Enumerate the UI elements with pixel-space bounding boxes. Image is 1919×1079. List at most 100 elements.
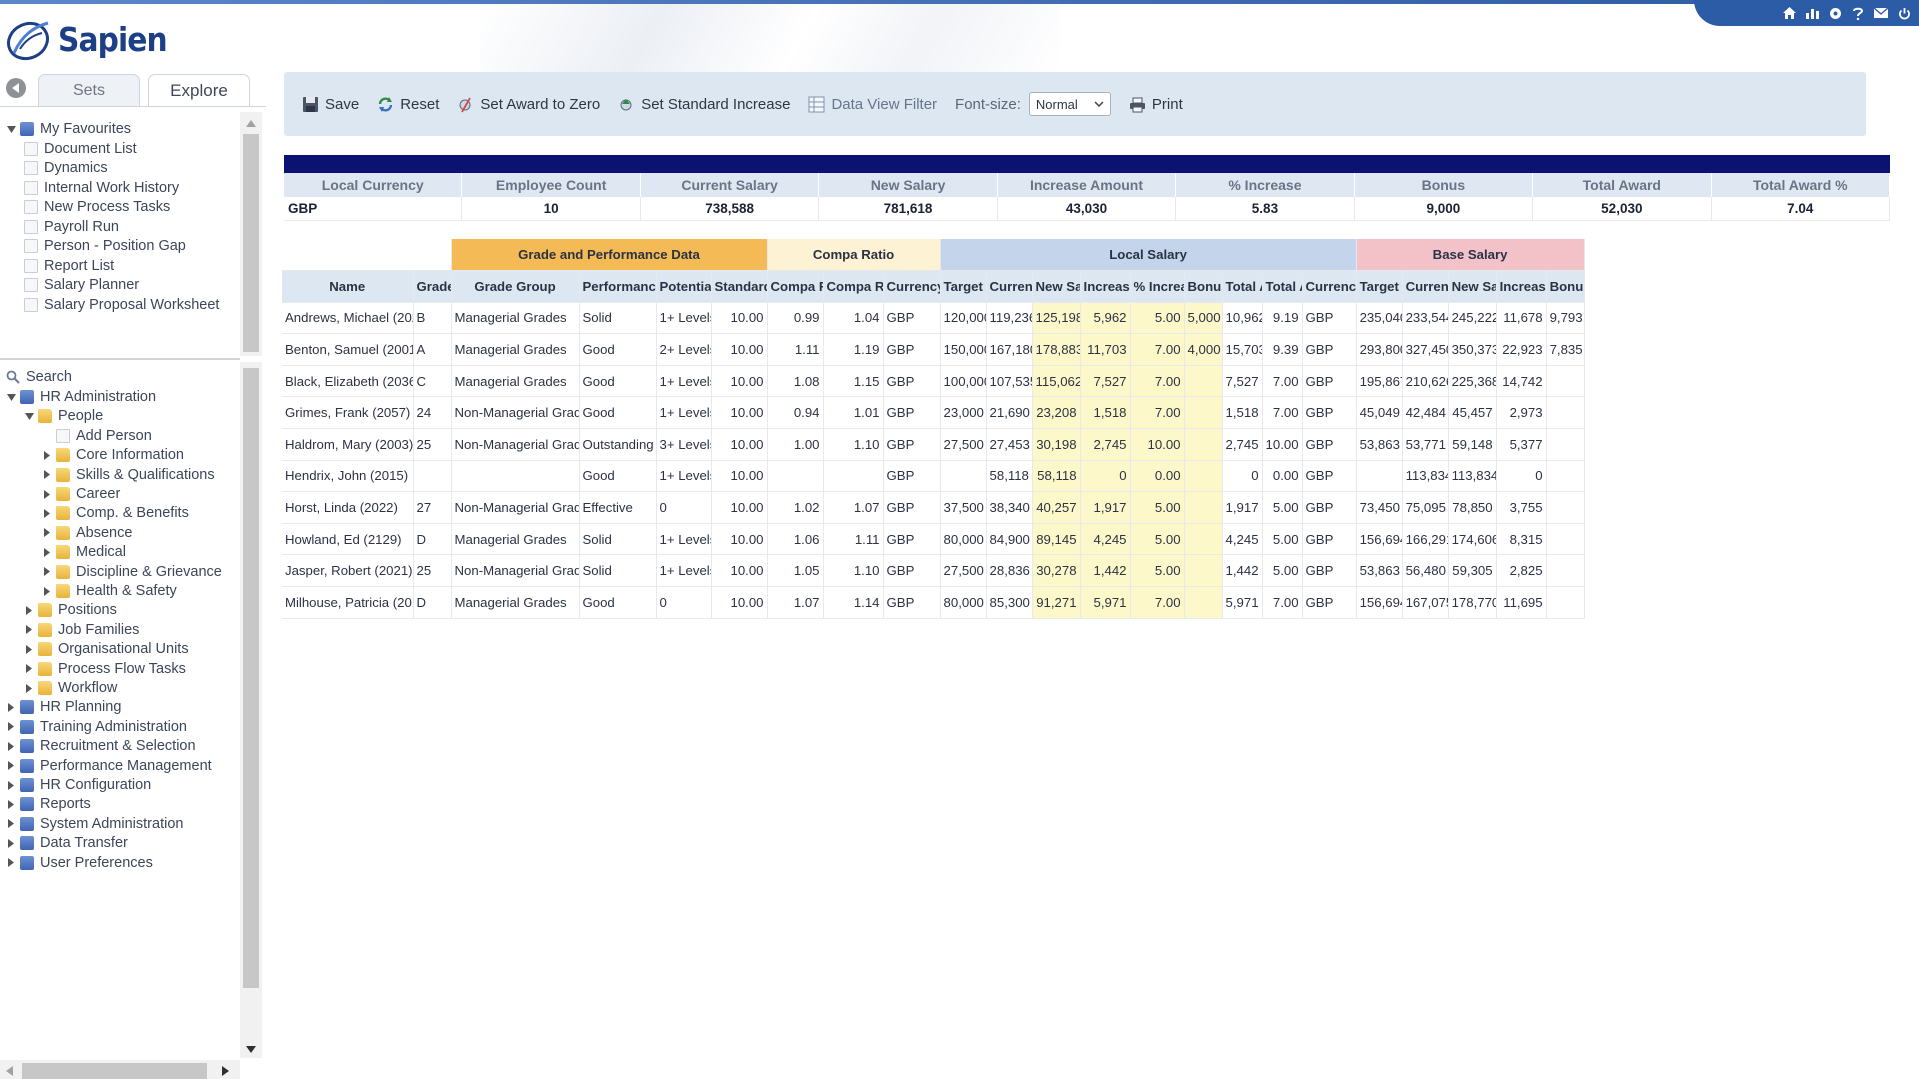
editable-cell[interactable]: 178,883 <box>1032 333 1081 366</box>
editable-cell[interactable]: 1,917 <box>1080 491 1131 524</box>
expand-toggle-icon[interactable] <box>6 838 16 848</box>
editable-cell[interactable]: 5,962 <box>1080 302 1131 335</box>
scroll-left-icon[interactable] <box>6 1066 13 1076</box>
expand-toggle-icon[interactable] <box>42 547 52 557</box>
expand-toggle-icon[interactable] <box>6 702 16 712</box>
column-header[interactable]: New Salary <box>1448 270 1497 303</box>
column-header[interactable]: Performance Rating <box>579 270 657 303</box>
scrollbar-thumb[interactable] <box>243 368 259 988</box>
editable-cell[interactable] <box>1184 554 1223 588</box>
favourites-scrollbar[interactable] <box>240 112 262 356</box>
editable-cell[interactable]: 0 <box>1080 460 1131 493</box>
favourite-item[interactable]: Salary Proposal Worksheet <box>24 294 219 316</box>
editable-cell[interactable]: 115,062 <box>1032 365 1081 398</box>
table-row[interactable]: Howland, Ed (2129) D Managerial Grades Soli… <box>282 523 1585 556</box>
editable-cell[interactable]: 1,518 <box>1080 396 1131 430</box>
column-header[interactable]: Increase <box>1496 270 1547 303</box>
column-header[interactable]: Standard Increase % <box>711 270 768 303</box>
scrollbar-thumb[interactable] <box>243 134 259 352</box>
editable-cell[interactable] <box>1184 586 1223 619</box>
editable-cell[interactable]: 5.00 <box>1130 491 1185 524</box>
tab-explore[interactable]: Explore <box>148 74 250 106</box>
expand-toggle-icon[interactable] <box>24 644 34 654</box>
expand-toggle-icon[interactable] <box>42 431 52 441</box>
editable-cell[interactable]: 7.00 <box>1130 365 1185 398</box>
editable-cell[interactable]: 5.00 <box>1130 523 1185 556</box>
column-header[interactable]: Current Salary <box>986 270 1033 303</box>
editable-cell[interactable]: 7.00 <box>1130 333 1185 366</box>
column-header[interactable]: Target Salary <box>1356 270 1403 303</box>
tree-item[interactable]: User Preferences <box>6 852 153 874</box>
app-logo[interactable]: Sapien <box>4 14 179 64</box>
expand-toggle-icon[interactable] <box>6 124 16 134</box>
table-row[interactable]: Milhouse, Patricia (2010)DManagerial Gra… <box>282 586 1585 619</box>
column-header[interactable]: Currency <box>1302 270 1357 303</box>
expand-toggle-icon[interactable] <box>24 664 34 674</box>
table-row[interactable]: Hendrix, John (2015) Good 1+ Levels 10.00 GB… <box>282 460 1585 493</box>
column-header[interactable]: Grade Group <box>451 270 580 303</box>
home-icon[interactable] <box>1782 6 1796 20</box>
set-standard-increase-button[interactable]: Set Standard Increase <box>618 89 790 119</box>
column-header[interactable]: Compa Ratio (Current) <box>767 270 824 303</box>
set-award-to-zero-button[interactable]: Set Award to Zero <box>457 89 600 119</box>
column-header[interactable]: Compa Ratio (Proposal) <box>823 270 884 303</box>
expand-toggle-icon[interactable] <box>42 586 52 596</box>
expand-toggle-icon[interactable] <box>24 625 34 635</box>
power-icon[interactable] <box>1897 6 1911 20</box>
editable-cell[interactable]: 0.00 <box>1130 460 1185 493</box>
mail-icon[interactable] <box>1874 6 1888 20</box>
column-header[interactable]: Increase <box>1080 270 1131 303</box>
expand-toggle-icon[interactable] <box>6 722 16 732</box>
editable-cell[interactable]: 5,000 <box>1184 302 1223 335</box>
expand-toggle-icon[interactable] <box>42 528 52 538</box>
column-header[interactable]: Name <box>282 270 414 303</box>
editable-cell[interactable]: 1,442 <box>1080 554 1131 588</box>
expand-toggle-icon[interactable] <box>42 508 52 518</box>
expand-toggle-icon[interactable] <box>42 489 52 499</box>
column-header[interactable]: Total Award % <box>1262 270 1303 303</box>
column-header[interactable]: New Salary <box>1032 270 1081 303</box>
chart-icon[interactable] <box>1805 6 1819 20</box>
editable-cell[interactable] <box>1184 396 1223 430</box>
editable-cell[interactable]: 4,000 <box>1184 333 1223 366</box>
editable-cell[interactable]: 23,208 <box>1032 396 1081 430</box>
editable-cell[interactable]: 40,257 <box>1032 491 1081 524</box>
scroll-up-icon[interactable] <box>246 120 256 127</box>
table-row[interactable]: Benton, Samuel (2001) A Managerial Grades G… <box>282 333 1585 366</box>
tree-scrollbar[interactable] <box>240 362 262 1058</box>
editable-cell[interactable]: 30,198 <box>1032 428 1081 461</box>
expand-toggle-icon[interactable] <box>6 780 16 790</box>
editable-cell[interactable]: 4,245 <box>1080 523 1131 556</box>
expand-toggle-icon[interactable] <box>24 605 34 615</box>
editable-cell[interactable]: 5.00 <box>1130 554 1185 588</box>
expand-toggle-icon[interactable] <box>6 741 16 751</box>
collapse-sidebar-button[interactable] <box>6 78 26 98</box>
data-view-filter-button[interactable]: Data View Filter <box>808 89 937 119</box>
column-header[interactable]: Grade <box>413 270 452 303</box>
expand-toggle-icon[interactable] <box>6 761 16 771</box>
search-item[interactable]: Search <box>6 366 72 388</box>
table-row[interactable]: Andrews, Michael (2024)BManagerial Grade… <box>282 302 1585 335</box>
editable-cell[interactable] <box>1184 428 1223 461</box>
scroll-down-icon[interactable] <box>246 1046 256 1053</box>
editable-cell[interactable] <box>1184 460 1223 493</box>
editable-cell[interactable]: 89,145 <box>1032 523 1081 556</box>
column-header[interactable]: Bonus <box>1184 270 1223 303</box>
horizontal-scrollbar[interactable] <box>0 1060 240 1079</box>
expand-toggle-icon[interactable] <box>24 683 34 693</box>
expand-toggle-icon[interactable] <box>42 567 52 577</box>
scroll-right-icon[interactable] <box>222 1066 229 1076</box>
table-row[interactable]: Grimes, Frank (2057) 24 Non-Managerial Gra… <box>282 396 1585 430</box>
column-header[interactable]: Target Salary <box>940 270 987 303</box>
editable-cell[interactable] <box>1184 491 1223 524</box>
column-header[interactable]: Total Award <box>1222 270 1263 303</box>
expand-toggle-icon[interactable] <box>24 411 34 421</box>
expand-toggle-icon[interactable] <box>6 799 16 809</box>
editable-cell[interactable]: 11,703 <box>1080 333 1131 366</box>
editable-cell[interactable]: 58,118 <box>1032 460 1081 493</box>
column-header[interactable]: % Increase <box>1130 270 1185 303</box>
table-row[interactable]: Jasper, Robert (2021) 25 Non-Managerial Gr… <box>282 554 1585 588</box>
expand-toggle-icon[interactable] <box>6 858 16 868</box>
save-button[interactable]: Save <box>302 89 359 119</box>
expand-toggle-icon[interactable] <box>42 470 52 480</box>
